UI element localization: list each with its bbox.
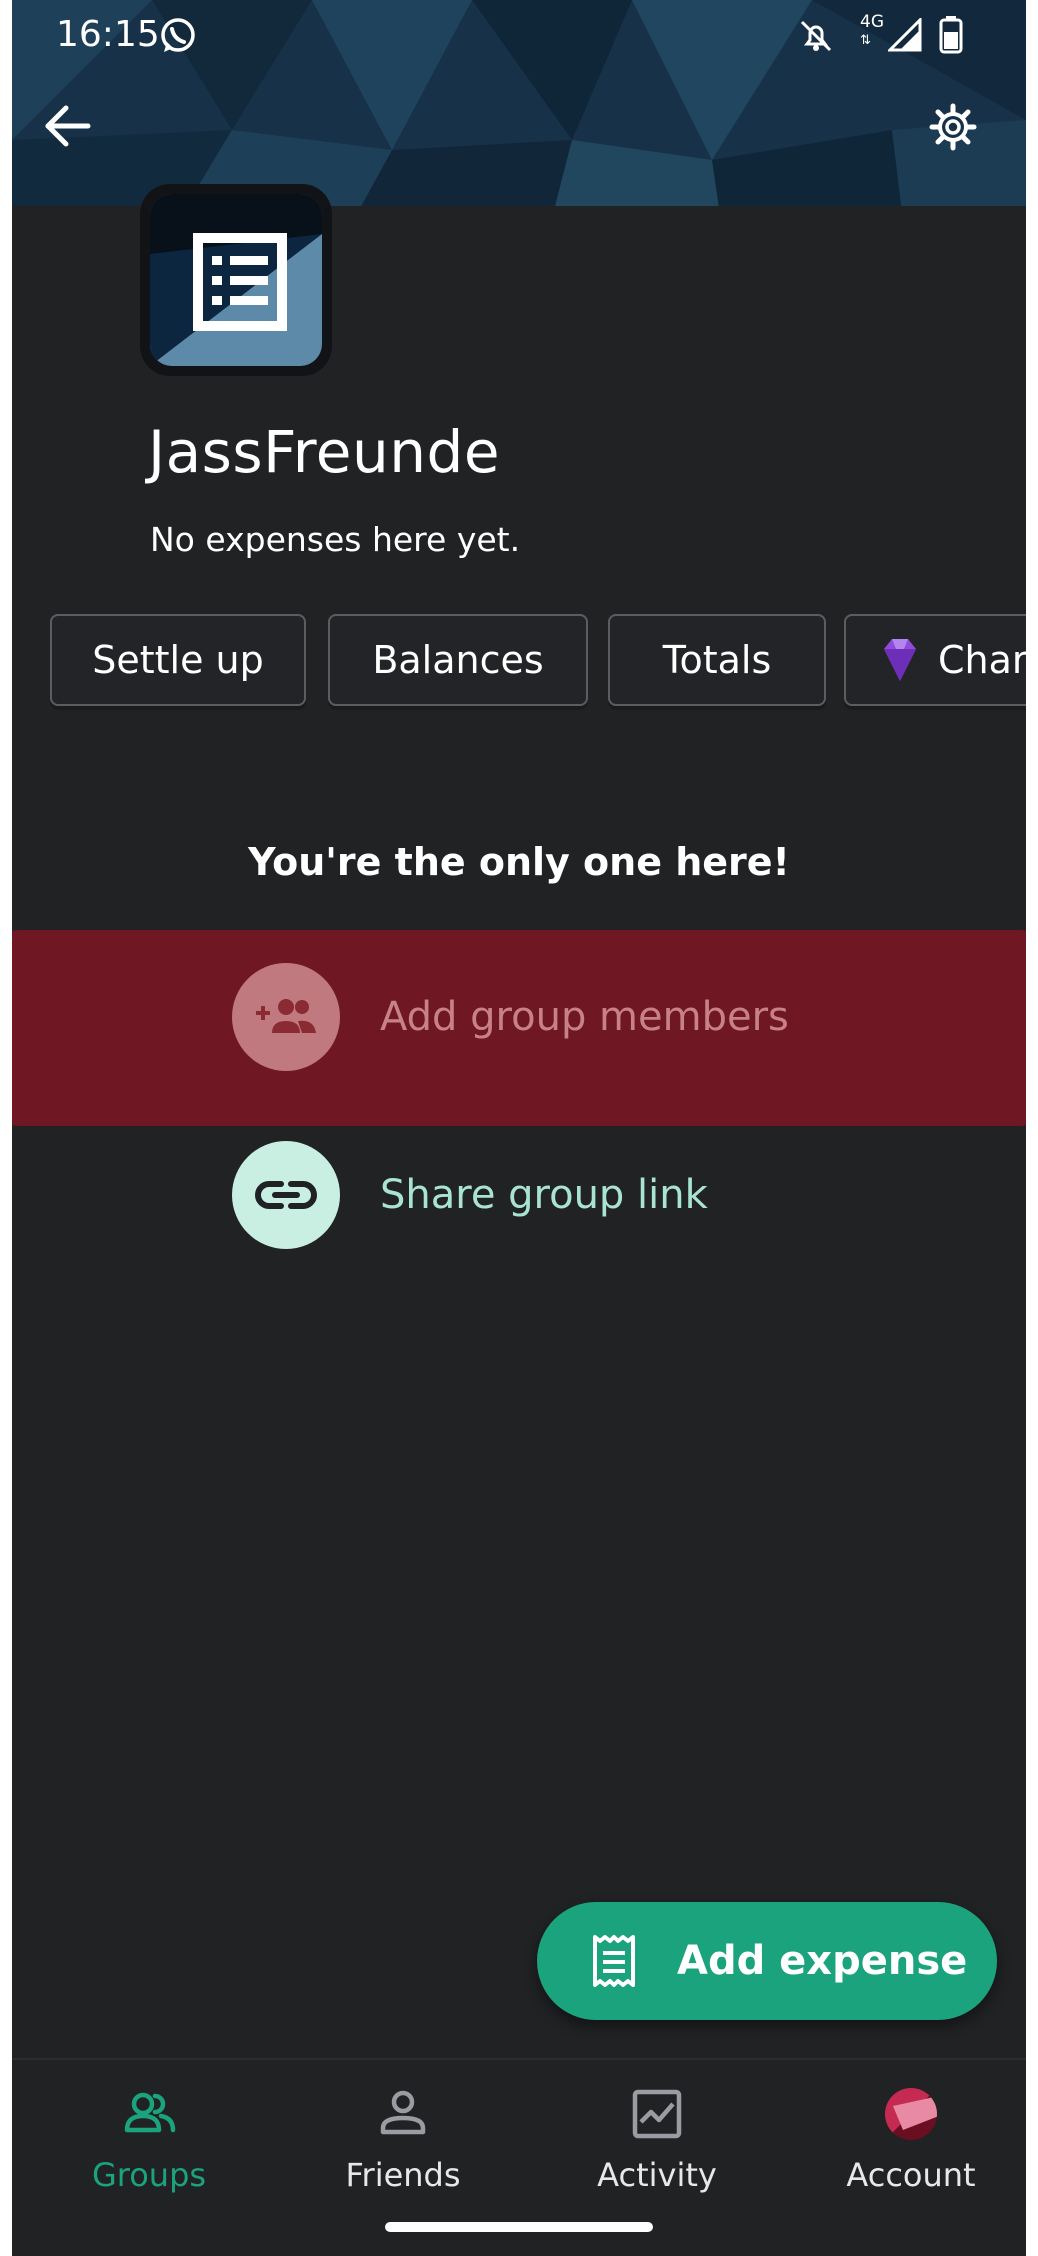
back-button[interactable] bbox=[42, 100, 122, 180]
avatar-icon bbox=[885, 2088, 937, 2140]
settings-button[interactable] bbox=[928, 102, 1008, 182]
settle-up-label: Settle up bbox=[92, 638, 264, 682]
nav-groups[interactable]: Groups bbox=[34, 2086, 264, 2194]
empty-state-title: You're the only one here! bbox=[248, 840, 790, 884]
whatsapp-icon bbox=[161, 18, 195, 52]
person-icon bbox=[380, 2090, 426, 2135]
battery-icon bbox=[939, 16, 963, 54]
diamond-icon bbox=[884, 639, 916, 681]
group-avatar[interactable] bbox=[140, 184, 332, 376]
balances-button[interactable]: Balances bbox=[328, 614, 588, 706]
add-members-circle bbox=[232, 963, 340, 1071]
add-expense-button[interactable]: Add expense bbox=[537, 1902, 997, 2020]
status-time: 16:15 bbox=[56, 14, 160, 55]
group-title: JassFreunde bbox=[148, 418, 500, 486]
nav-activity[interactable]: Activity bbox=[542, 2086, 772, 2194]
settle-up-button[interactable]: Settle up bbox=[50, 614, 306, 706]
totals-label: Totals bbox=[662, 638, 772, 682]
nav-account-label: Account bbox=[846, 2156, 976, 2194]
charts-button[interactable]: Char bbox=[844, 614, 1026, 706]
add-group-members-button[interactable]: Add group members bbox=[232, 962, 932, 1072]
gear-icon bbox=[929, 103, 977, 151]
charts-label: Char bbox=[938, 638, 1026, 682]
add-people-icon bbox=[256, 999, 316, 1033]
nav-friends[interactable]: Friends bbox=[288, 2086, 518, 2194]
nav-activity-label: Activity bbox=[597, 2156, 717, 2194]
nav-groups-label: Groups bbox=[91, 2156, 207, 2194]
bell-off-icon bbox=[800, 20, 832, 52]
share-group-link-button[interactable]: Share group link bbox=[232, 1140, 932, 1250]
share-group-link-label: Share group link bbox=[380, 1172, 708, 1218]
app-screen: 16:15 4G ⇅ JassFreunde No expenses here … bbox=[12, 0, 1026, 2256]
share-link-circle bbox=[232, 1141, 340, 1249]
groups-icon bbox=[124, 2092, 176, 2133]
add-expense-label: Add expense bbox=[677, 1938, 968, 1984]
signal-icon bbox=[888, 18, 922, 52]
bottom-navigation: Groups Friends Activity Account bbox=[12, 2058, 1026, 2256]
nav-account[interactable]: Account bbox=[796, 2086, 1026, 2194]
add-group-members-label: Add group members bbox=[380, 994, 789, 1040]
receipt-icon bbox=[593, 1935, 635, 1987]
list-document-icon bbox=[150, 194, 322, 366]
link-icon bbox=[255, 1181, 317, 1209]
totals-button[interactable]: Totals bbox=[608, 614, 826, 706]
network-4g-icon: 4G ⇅ bbox=[860, 12, 884, 49]
home-indicator bbox=[385, 2222, 653, 2232]
balances-label: Balances bbox=[372, 638, 544, 682]
group-subtitle: No expenses here yet. bbox=[150, 520, 521, 559]
activity-icon bbox=[632, 2089, 682, 2139]
nav-friends-label: Friends bbox=[345, 2156, 461, 2194]
arrow-back-icon bbox=[45, 105, 91, 147]
